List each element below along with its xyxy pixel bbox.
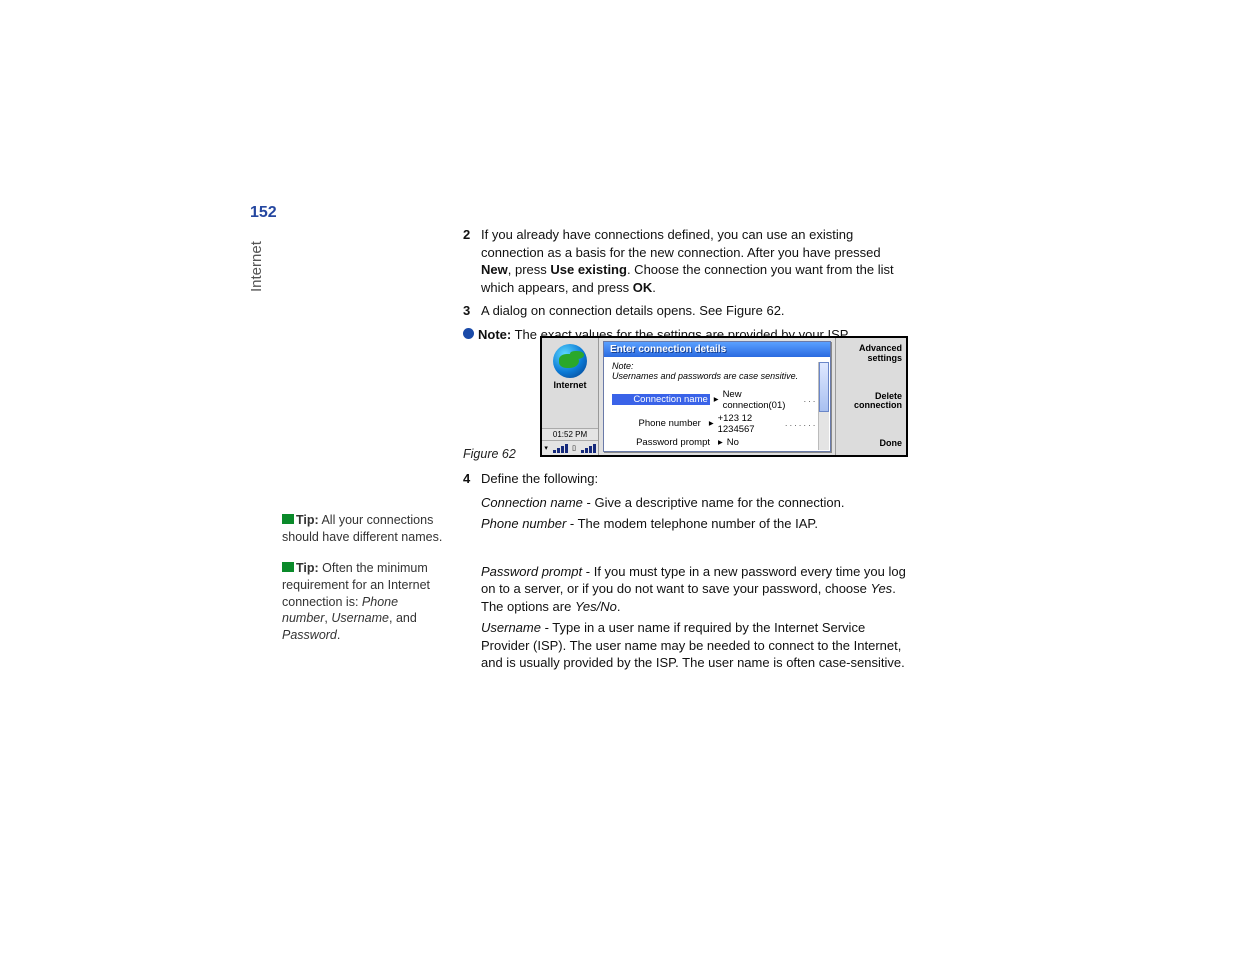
tip-2: Tip: Often the minimum requirement for a… [282,560,447,644]
definition-username: Username - Type in a user name if requir… [481,619,913,672]
step-2: 2 If you already have connections define… [463,226,913,296]
signal-bars-icon [553,444,568,453]
antenna-icon: ▾ [544,444,548,452]
step-body: A dialog on connection details opens. Se… [481,302,913,320]
arrow-right-icon: ▸ [709,418,714,429]
text: If you already have connections defined,… [481,227,881,260]
definition-text: - Type in a user name if required by the… [481,620,905,670]
main-content: 2 If you already have connections define… [463,226,913,353]
option-yes: Yes [871,581,893,596]
softkey-done[interactable]: Done [840,439,902,449]
dialog-enter-connection-details: Enter connection details Note: Usernames… [603,341,831,452]
step-number: 3 [463,302,477,320]
step-number: 2 [463,226,477,296]
definition-text: . [617,599,621,614]
page: 152 Internet Tip: All your connections s… [0,0,1235,954]
tip-em: Username [331,611,389,625]
step-4: 4 Define the following: [463,470,913,488]
sidebar-tips: Tip: All your connections should have di… [282,512,447,658]
ui-ref-ok: OK [633,280,653,295]
tip-marker-icon [282,562,294,572]
tip-1: Tip: All your connections should have di… [282,512,447,546]
main-content-lower: 4 Define the following: Connection name … [463,470,913,676]
dialog-fields: Connection name▸New connection(01).... P… [612,388,822,449]
step-body: Define the following: [481,470,913,488]
shot-app-label: Internet [553,380,586,390]
page-number: 152 [250,204,277,222]
tip-text: , and [389,611,417,625]
battery-icon: ▯ [572,444,576,452]
step-number: 4 [463,470,477,488]
dotted-underline: ........ [785,418,822,429]
definition-text: - The modem telephone number of the IAP. [566,516,818,531]
options-yes-no: Yes/No [575,599,617,614]
step-3: 3 A dialog on connection details opens. … [463,302,913,320]
term: Phone number [481,516,566,531]
term: Password prompt [481,564,582,579]
scrollbar-thumb[interactable] [819,362,829,412]
field-password-prompt[interactable]: Password prompt ▸ No [612,436,822,449]
shot-left-panel: Internet 01:52 PM ▾ ▯ [542,338,599,455]
definition-phone-number: Phone number - The modem telephone numbe… [481,515,913,533]
battery-bars-icon [581,444,596,453]
softkey-line: settings [840,354,902,364]
definition-connection-name: Connection name - Give a descriptive nam… [481,494,913,512]
field-phone-number[interactable]: Phone number ▸ +123 12 1234567........ [612,412,822,436]
dialog-note-text: Usernames and passwords are case sensiti… [612,371,822,381]
dialog-note-label: Note: [612,361,822,371]
field-label: Password prompt [612,437,714,448]
arrow-right-icon: ▸ [718,437,723,448]
tip-marker-icon [282,514,294,524]
tip-em: Password [282,628,337,642]
text: , press [508,262,551,277]
dialog-note: Note: Usernames and passwords are case s… [612,361,822,382]
field-label: Phone number [612,418,705,429]
ui-ref-new: New [481,262,508,277]
field-value: No [727,437,739,448]
definition-password-prompt: Password prompt - If you must type in a … [481,563,913,616]
arrow-right-icon: ▸ [714,394,719,405]
ui-ref-use-existing: Use existing [550,262,627,277]
tip-label: Tip: [296,561,319,575]
field-value: New connection(01) [723,389,804,411]
softkey-delete-connection[interactable]: Delete connection [840,392,902,412]
softkey-line: connection [840,401,902,411]
step-body: If you already have connections defined,… [481,226,913,296]
globe-icon [553,344,587,378]
field-label-selected: Connection name [612,394,710,405]
note-bullet-icon [463,328,474,339]
text: . [652,280,656,295]
dialog-title: Enter connection details [604,342,830,357]
section-side-label: Internet [248,241,265,292]
figure-screenshot: Internet 01:52 PM ▾ ▯ Enter connection d… [540,336,908,457]
shot-dialog-area: Enter connection details Note: Usernames… [599,338,835,455]
field-value: +123 12 1234567 [718,413,785,435]
note-label: Note: [478,327,511,342]
shot-clock: 01:52 PM [542,428,598,440]
term: Username [481,620,541,635]
tip-label: Tip: [296,513,319,527]
figure-caption: Figure 62 [463,447,516,461]
dialog-body: Note: Usernames and passwords are case s… [604,357,830,451]
definition-text: - Give a descriptive name for the connec… [583,495,845,510]
softkey-advanced-settings[interactable]: Advanced settings [840,344,902,364]
term: Connection name [481,495,583,510]
dialog-scrollbar[interactable] [818,362,829,450]
field-connection-name[interactable]: Connection name▸New connection(01).... [612,388,822,412]
shot-softkeys: Advanced settings Delete connection Done [835,338,906,455]
shot-status-bar: ▾ ▯ [542,440,598,455]
tip-text: . [337,628,340,642]
